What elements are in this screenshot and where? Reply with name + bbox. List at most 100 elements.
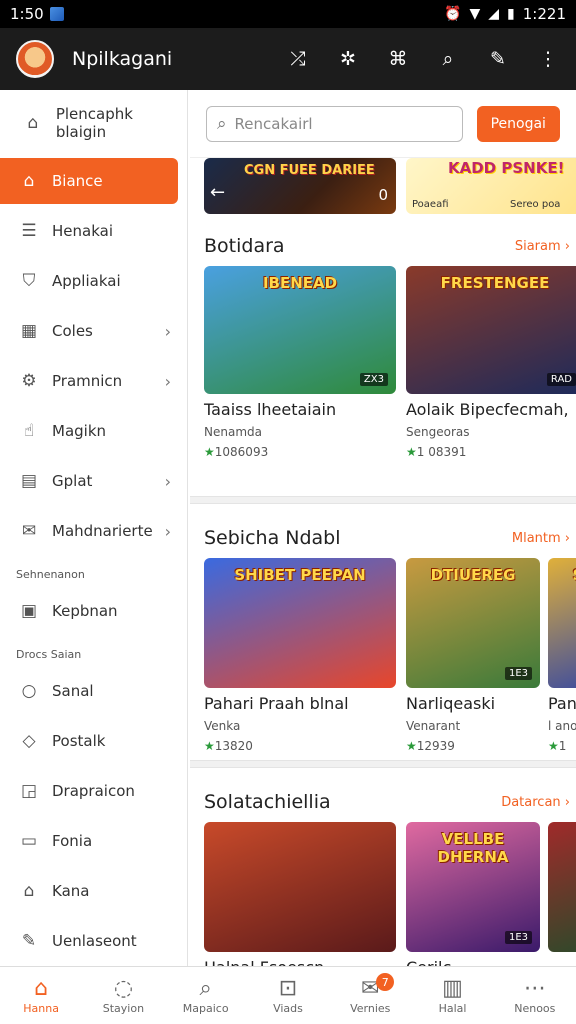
bottom-nav-item[interactable]: ✉ Vernies 7 — [329, 967, 411, 1024]
sidebar-item[interactable]: ▭ Fonia — [0, 816, 187, 866]
game-logo: DTIUEREG — [430, 566, 516, 584]
age-badge: ZX3 — [359, 373, 388, 386]
sidebar-item[interactable]: ☝ Magikn — [0, 406, 187, 456]
bottom-nav-item[interactable]: ⌕ Mapaico — [165, 967, 247, 1024]
sidebar-section-title: Drocs Saian — [16, 648, 82, 661]
banner-card[interactable]: ← CGN FUEE DARIEE 0 — [204, 158, 396, 214]
game-card[interactable]: FRESTENGEE RAD Aolaik Bipecfecmah, Sengeora… — [406, 266, 576, 459]
game-card[interactable]: IBENEAD ZX3 Taaiss lheetaiain Nenamda ★10860… — [204, 266, 396, 459]
chat-icon: ◌ — [113, 976, 134, 1001]
mail-icon: ✉ — [21, 521, 37, 541]
chevron-right-icon: › — [560, 530, 570, 546]
game-thumbnail[interactable]: SHIBET PEEPAN — [204, 558, 396, 688]
house-icon: ⌂ — [23, 881, 35, 901]
game-thumbnail[interactable] — [204, 822, 396, 952]
game-logo: SHIBET PEEPAN — [234, 566, 366, 584]
banner-caption: Sereo poa — [510, 199, 561, 210]
sidebar-item-label: Drapraicon — [52, 782, 135, 800]
see-more-link[interactable]: Siaram › — [515, 239, 570, 254]
section-divider — [190, 760, 576, 768]
rating-count: 1086093 — [214, 445, 269, 459]
alarm-icon: ⏰ — [444, 6, 462, 22]
game-thumbnail[interactable]: S — [548, 558, 576, 688]
bottom-nav-item[interactable]: ⋯ Nenoos — [494, 967, 576, 1024]
game-card[interactable]: DTIUEREG 1E3 Narliqeaski Venarant ★12939 — [406, 558, 540, 753]
star-icon: ★ — [406, 739, 417, 753]
gamepad-icon[interactable]: ⌘ — [386, 48, 410, 70]
grid-icon: ▦ — [20, 321, 38, 341]
banner-title: KADD PSNKE! — [448, 159, 565, 177]
game-card[interactable]: S Pan l ano ★1 — [548, 558, 576, 753]
more-horizontal-icon: ⋯ — [523, 976, 546, 1001]
status-right-time: 1:221 — [522, 5, 566, 23]
section-header: Botidara Siaram › — [204, 226, 576, 266]
sidebar-item-label: Postalk — [52, 732, 106, 750]
sidebar-item[interactable]: ◲ Drapraicon — [0, 766, 187, 816]
banner-card[interactable]: KADD PSNKE! Poaeafi Sereo poa — [406, 158, 576, 214]
game-thumbnail[interactable]: IBENEAD ZX3 — [204, 266, 396, 394]
game-logo: IBENEAD — [262, 274, 338, 292]
game-card[interactable] — [548, 822, 576, 952]
chevron-right-icon: › — [164, 521, 171, 541]
list-icon: ☰ — [21, 221, 37, 241]
sidebar-item[interactable]: ◇ Postalk — [0, 716, 187, 766]
sidebar-item[interactable]: ▤ Gplat › — [0, 456, 187, 506]
content-section: Sebicha Ndabl Mlantm › SHIBET PEEPAN Pahari… — [204, 518, 576, 758]
bottom-nav-item[interactable]: ▥ Halal — [411, 967, 493, 1024]
age-badge: 1E3 — [504, 931, 532, 944]
sidebar-item[interactable]: ⚙ Pramnicn › — [0, 356, 187, 406]
game-card[interactable]: SHIBET PEEPAN Pahari Praah blnal Venka ★138… — [204, 558, 396, 753]
notification-badge: 7 — [376, 973, 395, 991]
game-title: Halnal Fsoescn — [204, 958, 396, 966]
app-title: Npilkagani — [72, 48, 173, 70]
sidebar-header[interactable]: ⌂ Plencaphk blaigin — [0, 90, 187, 156]
game-publisher: Nenamda — [204, 425, 262, 439]
arrow-left-icon[interactable]: ← — [210, 182, 225, 203]
bottom-nav-item[interactable]: ◌ Stayion — [82, 967, 164, 1024]
section-title: Botidara — [204, 235, 285, 257]
bottom-nav-item[interactable]: ⌂ Hanna — [0, 967, 82, 1024]
sidebar-item[interactable]: ✉ Mahdnarierte › — [0, 506, 187, 556]
game-title: Narliqeaski — [406, 694, 496, 713]
game-card[interactable]: Halnal Fsoescn — [204, 822, 396, 966]
search-icon: ⌕ — [217, 113, 227, 134]
sidebar-item[interactable]: ▦ Coles › — [0, 306, 187, 356]
see-more-link[interactable]: Datarcan › — [501, 795, 570, 810]
game-thumbnail[interactable]: VELLBE DHERNA 1E3 — [406, 822, 540, 952]
section-header: Solatachiellia Datarcan › — [204, 782, 576, 822]
edit-icon[interactable]: ✎ — [486, 48, 510, 70]
more-vertical-icon[interactable]: ⋮ — [536, 48, 560, 70]
bottom-nav-item[interactable]: ⊡ Viads — [247, 967, 329, 1024]
search-icon[interactable]: ⌕ — [436, 48, 460, 70]
sidebar-item-label: Gplat — [52, 472, 93, 490]
avatar[interactable] — [16, 40, 54, 78]
game-card[interactable]: VELLBE DHERNA 1E3 Cerilc — [406, 822, 540, 966]
sidebar-item-label: Mahdnarierte — [52, 522, 153, 540]
search-button[interactable]: Penogai — [476, 105, 560, 142]
sidebar-item[interactable]: ⌂ Biance — [0, 158, 178, 204]
search-bar: ⌕ Rencakairl Penogai — [190, 90, 576, 158]
main-content: ← CGN FUEE DARIEE 0 KADD PSNKE! Poaeafi … — [190, 158, 576, 966]
bottom-nav-label: Viads — [273, 1002, 303, 1015]
game-logo: VELLBE DHERNA — [437, 830, 509, 866]
game-thumbnail[interactable]: FRESTENGEE RAD — [406, 266, 576, 394]
sidebar-item[interactable]: ▣ Kepbnan — [0, 586, 187, 636]
see-more-link[interactable]: Mlantm › — [512, 531, 570, 546]
bottom-nav: ⌂ Hanna ◌ Stayion ⌕ Mapaico ⊡ Viads ✉ Vernies 7 ▥ Ha… — [0, 966, 576, 1024]
sidebar-item[interactable]: ○ Sanal — [0, 666, 187, 716]
game-thumbnail[interactable]: DTIUEREG 1E3 — [406, 558, 540, 688]
see-more-label: Mlantm — [511, 530, 561, 546]
sidebar-item[interactable]: ⌂ Kana — [0, 866, 187, 916]
game-title: Pan — [548, 694, 576, 713]
sidebar-item[interactable]: ☰ Henakai — [0, 206, 187, 256]
game-thumbnail[interactable] — [548, 822, 576, 952]
shuffle-icon[interactable]: ⤮ — [286, 48, 310, 70]
sidebar-item[interactable]: ⛉ Appliakai — [0, 256, 187, 306]
bottom-nav-label: Halal — [438, 1002, 467, 1015]
content-section: Botidara Siaram › IBENEAD ZX3 Taaiss lheetai… — [204, 226, 576, 466]
sidebar-item-label: Uenlaseont — [52, 932, 137, 950]
puzzle-icon[interactable]: ✲ — [336, 48, 360, 70]
search-input[interactable]: ⌕ Rencakairl — [206, 105, 463, 142]
sidebar-item[interactable]: ✎ Uenlaseont — [0, 916, 187, 966]
see-more-label: Siaram — [514, 238, 561, 254]
